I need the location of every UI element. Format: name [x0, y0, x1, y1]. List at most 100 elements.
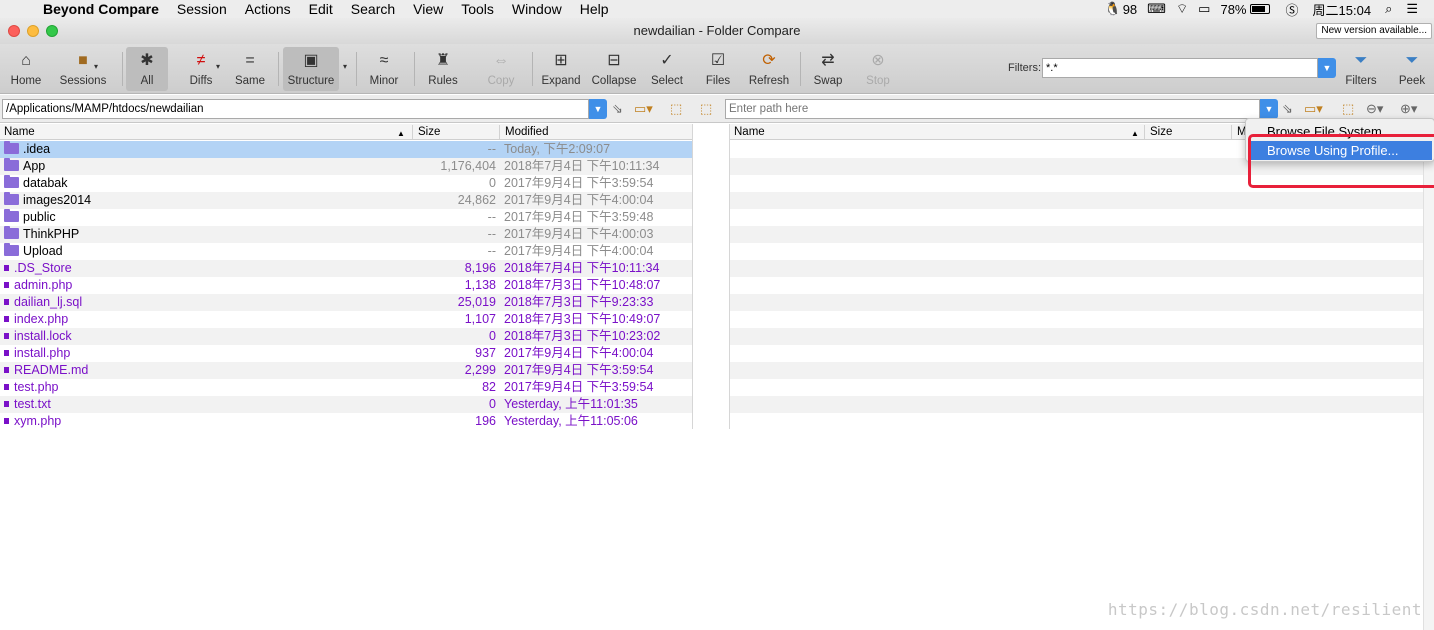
file-row[interactable]: .idea -- Today, 下午2:09:07	[0, 141, 692, 158]
collapse-button[interactable]: ⊟ Collapse	[588, 47, 640, 91]
left-modified-column-header[interactable]: Modified	[501, 125, 692, 139]
home-button[interactable]: ⌂ Home	[6, 47, 46, 91]
menu-edit[interactable]: Edit	[300, 0, 342, 18]
filters-dropdown-icon[interactable]: ▼	[1318, 58, 1336, 78]
minor-button[interactable]: ≈ Minor	[364, 47, 404, 91]
annotation-highlight-box	[1248, 134, 1434, 188]
menu-app-name[interactable]: Beyond Compare	[34, 0, 168, 18]
new-version-button[interactable]: New version available...	[1316, 23, 1432, 39]
keyboard-icon[interactable]: ⌨	[1147, 1, 1166, 17]
file-row[interactable]: README.md 2,299 2017年9月4日 下午3:59:54	[0, 362, 692, 379]
right-go-icon[interactable]: ⇘	[1282, 101, 1293, 117]
left-swap-folder-icon[interactable]: ⬚	[700, 101, 712, 117]
file-modified: 2017年9月4日 下午4:00:04	[504, 244, 654, 258]
menu-tools[interactable]: Tools	[452, 0, 503, 18]
filters-button[interactable]: ⏷ Filters	[1340, 47, 1382, 91]
file-row[interactable]: databak 0 2017年9月4日 下午3:59:54	[0, 175, 692, 192]
file-row[interactable]: test.txt 0 Yesterday, 上午11:01:35	[0, 396, 692, 413]
sort-ascending-icon: ▲	[397, 129, 405, 138]
file-row[interactable]: test.php 82 2017年9月4日 下午3:59:54	[0, 379, 692, 396]
expand-button[interactable]: ⊞ Expand	[538, 47, 584, 91]
file-name: index.php	[4, 311, 68, 328]
menu-window[interactable]: Window	[503, 0, 571, 18]
compare-gutter	[692, 124, 730, 429]
left-path-input[interactable]	[2, 99, 589, 119]
refresh-button[interactable]: ⟳ Refresh	[746, 47, 792, 91]
file-size: 8,196	[464, 261, 496, 275]
sessions-button[interactable]: ■ ▾ Sessions	[56, 47, 110, 91]
left-go-icon[interactable]: ⇘	[612, 101, 623, 117]
file-row[interactable]: images2014 24,862 2017年9月4日 下午4:00:04	[0, 192, 692, 209]
menu-session[interactable]: Session	[168, 0, 236, 18]
left-size-header-label: Size	[418, 126, 441, 138]
right-name-column-header[interactable]: Name ▲	[730, 125, 1145, 139]
file-row[interactable]: ThinkPHP -- 2017年9月4日 下午4:00:03	[0, 226, 692, 243]
left-size-column-header[interactable]: Size	[414, 125, 500, 139]
back-arrow-icon[interactable]: ⊖▾	[1366, 101, 1383, 117]
file-name-text: README.md	[14, 363, 89, 377]
file-row[interactable]: index.php 1,107 2018年7月3日 下午10:49:07	[0, 311, 692, 328]
right-path-input[interactable]	[725, 99, 1260, 119]
left-path-dropdown-icon[interactable]: ▼	[589, 99, 607, 119]
file-row[interactable]: xym.php 196 Yesterday, 上午11:05:06	[0, 413, 692, 430]
menu-search[interactable]: Search	[342, 0, 404, 18]
structure-button[interactable]: ▣ Structure	[283, 47, 339, 91]
wifi-icon[interactable]: ⌔	[1176, 1, 1188, 17]
diffs-button[interactable]: ≠ ▾ Diffs	[176, 47, 226, 91]
copy-button[interactable]: ⇔ Copy	[480, 47, 522, 91]
notification-center-icon[interactable]: ☰	[1406, 1, 1418, 17]
files-button[interactable]: ☑ Files	[698, 47, 738, 91]
file-name: App	[4, 158, 45, 175]
filters-field-label: Filters:	[1008, 62, 1041, 74]
sogou-icon[interactable]: Ⓢ	[1286, 0, 1299, 19]
file-modified: Yesterday, 上午11:01:35	[504, 397, 638, 411]
file-row[interactable]: public -- 2017年9月4日 下午3:59:48	[0, 209, 692, 226]
file-name-text: databak	[23, 176, 68, 190]
clock[interactable]: 周二15:04	[1313, 0, 1372, 19]
file-row[interactable]: App 1,176,404 2018年7月4日 下午10:11:34	[0, 158, 692, 175]
file-name-text: test.txt	[14, 397, 51, 411]
right-size-column-header[interactable]: Size	[1146, 125, 1232, 139]
copy-arrows-icon: ⇔	[493, 52, 509, 69]
peek-button[interactable]: ⏷ Peek	[1392, 47, 1432, 91]
file-row[interactable]: .DS_Store 8,196 2018年7月4日 下午10:11:34	[0, 260, 692, 277]
left-parent-folder-icon[interactable]: ⬚	[670, 101, 682, 117]
sessions-label: Sessions	[59, 75, 107, 87]
all-button[interactable]: ✱ All	[126, 47, 168, 91]
approx-icon: ≈	[379, 52, 389, 69]
forward-arrow-icon[interactable]: ⊕▾	[1400, 101, 1417, 117]
toolbar-divider	[414, 52, 415, 86]
file-row[interactable]: Upload -- 2017年9月4日 下午4:00:04	[0, 243, 692, 260]
file-row[interactable]: dailian_lj.sql 25,019 2018年7月3日 下午9:23:33	[0, 294, 692, 311]
right-scrollbar[interactable]	[1423, 141, 1434, 630]
select-button[interactable]: ✓ Select	[646, 47, 688, 91]
swap-button[interactable]: ⇄ Swap	[808, 47, 848, 91]
qq-icon[interactable]: 🐧	[1105, 1, 1121, 17]
empty-row	[730, 209, 1423, 226]
swap-icon: ⇄	[821, 52, 835, 69]
left-browse-folder-icon[interactable]: ▭▾	[634, 101, 653, 117]
menu-actions[interactable]: Actions	[236, 0, 300, 18]
airplay-icon[interactable]: ▭	[1198, 1, 1210, 17]
menu-view[interactable]: View	[404, 0, 452, 18]
right-browse-folder-icon[interactable]: ▭▾	[1304, 101, 1323, 117]
right-parent-folder-icon[interactable]: ⬚	[1342, 101, 1354, 117]
file-name: .DS_Store	[4, 260, 72, 277]
left-name-column-header[interactable]: Name ▲	[0, 125, 413, 139]
file-row[interactable]: admin.php 1,138 2018年7月3日 下午10:48:07	[0, 277, 692, 294]
menu-help[interactable]: Help	[571, 0, 618, 18]
rules-button[interactable]: ♜ Rules	[422, 47, 464, 91]
battery-icon[interactable]	[1249, 4, 1270, 14]
file-size: 2,299	[464, 363, 496, 377]
home-icon: ⌂	[21, 52, 31, 69]
file-name-text: admin.php	[14, 278, 73, 292]
right-path-dropdown-icon[interactable]: ▼	[1260, 99, 1278, 119]
spotlight-icon[interactable]: ⌕	[1385, 1, 1392, 17]
same-button[interactable]: = Same	[230, 47, 270, 91]
file-row[interactable]: install.lock 0 2018年7月3日 下午10:23:02	[0, 328, 692, 345]
path-bar: ▼ ⇘ ▭▾ ⬚ ⬚ ▼ ⇘ ▭▾ ⬚ ⊖▾ ⊕▾	[0, 95, 1434, 123]
stop-button[interactable]: ⊗ Stop	[858, 47, 898, 91]
file-icon	[4, 350, 9, 356]
filters-input[interactable]	[1042, 58, 1318, 78]
file-row[interactable]: install.php 937 2017年9月4日 下午4:00:04	[0, 345, 692, 362]
